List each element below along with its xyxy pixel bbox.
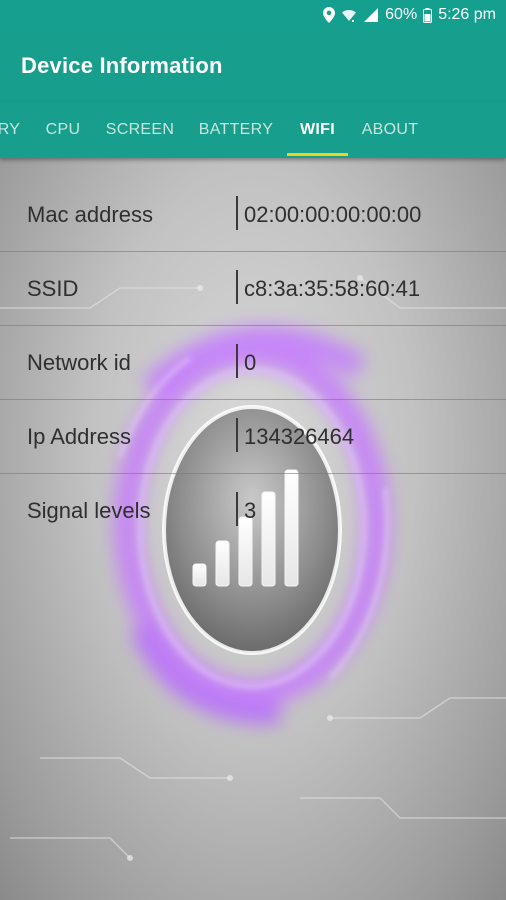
row-divider (236, 270, 238, 304)
row-divider (236, 418, 238, 452)
row-value: 0 (244, 349, 257, 375)
info-row-signal-levels: Signal levels 3 (0, 474, 506, 548)
wifi-content: Mac address 02:00:00:00:00:00 SSID c8:3a… (0, 158, 506, 900)
wifi-icon (341, 8, 357, 22)
row-divider (236, 492, 238, 526)
row-value: c8:3a:35:58:60:41 (244, 275, 421, 301)
row-label: Signal levels (27, 498, 151, 523)
battery-percent: 60% (385, 6, 418, 23)
row-label: SSID (27, 275, 79, 301)
info-row-ssid: SSID c8:3a:35:58:60:41 (0, 252, 506, 326)
row-value: 3 (244, 498, 257, 523)
tab-bar: RY CPU SCREEN BATTERY WIFI ABOUT (0, 102, 506, 158)
row-value: 134326464 (244, 423, 355, 449)
info-row-ip-address: Ip Address 134326464 (0, 400, 506, 474)
tab-screen[interactable]: SCREEN (102, 102, 178, 158)
tab-battery[interactable]: BATTERY (193, 102, 279, 158)
tab-indicator (287, 153, 348, 156)
row-label: Ip Address (27, 423, 131, 449)
status-bar: 60% 5:26 pm (0, 0, 506, 30)
row-label: Network id (27, 349, 131, 375)
location-icon (323, 7, 336, 23)
app-title: Device Information (21, 53, 223, 78)
tab-about[interactable]: ABOUT (356, 102, 424, 158)
battery-icon (423, 7, 433, 23)
tab-memory[interactable]: RY (0, 102, 24, 158)
app-bar: Device Information (0, 30, 506, 102)
row-value: 02:00:00:00:00:00 (244, 201, 422, 227)
tab-wifi[interactable]: WIFI (287, 102, 348, 158)
clock: 5:26 pm (438, 6, 496, 23)
row-divider (236, 344, 238, 378)
tab-cpu[interactable]: CPU (40, 102, 86, 158)
row-divider (236, 196, 238, 230)
row-label: Mac address (27, 201, 153, 227)
signal-icon (363, 8, 379, 22)
info-row-network-id: Network id 0 (0, 326, 506, 400)
info-row-mac-address: Mac address 02:00:00:00:00:00 (0, 178, 506, 252)
